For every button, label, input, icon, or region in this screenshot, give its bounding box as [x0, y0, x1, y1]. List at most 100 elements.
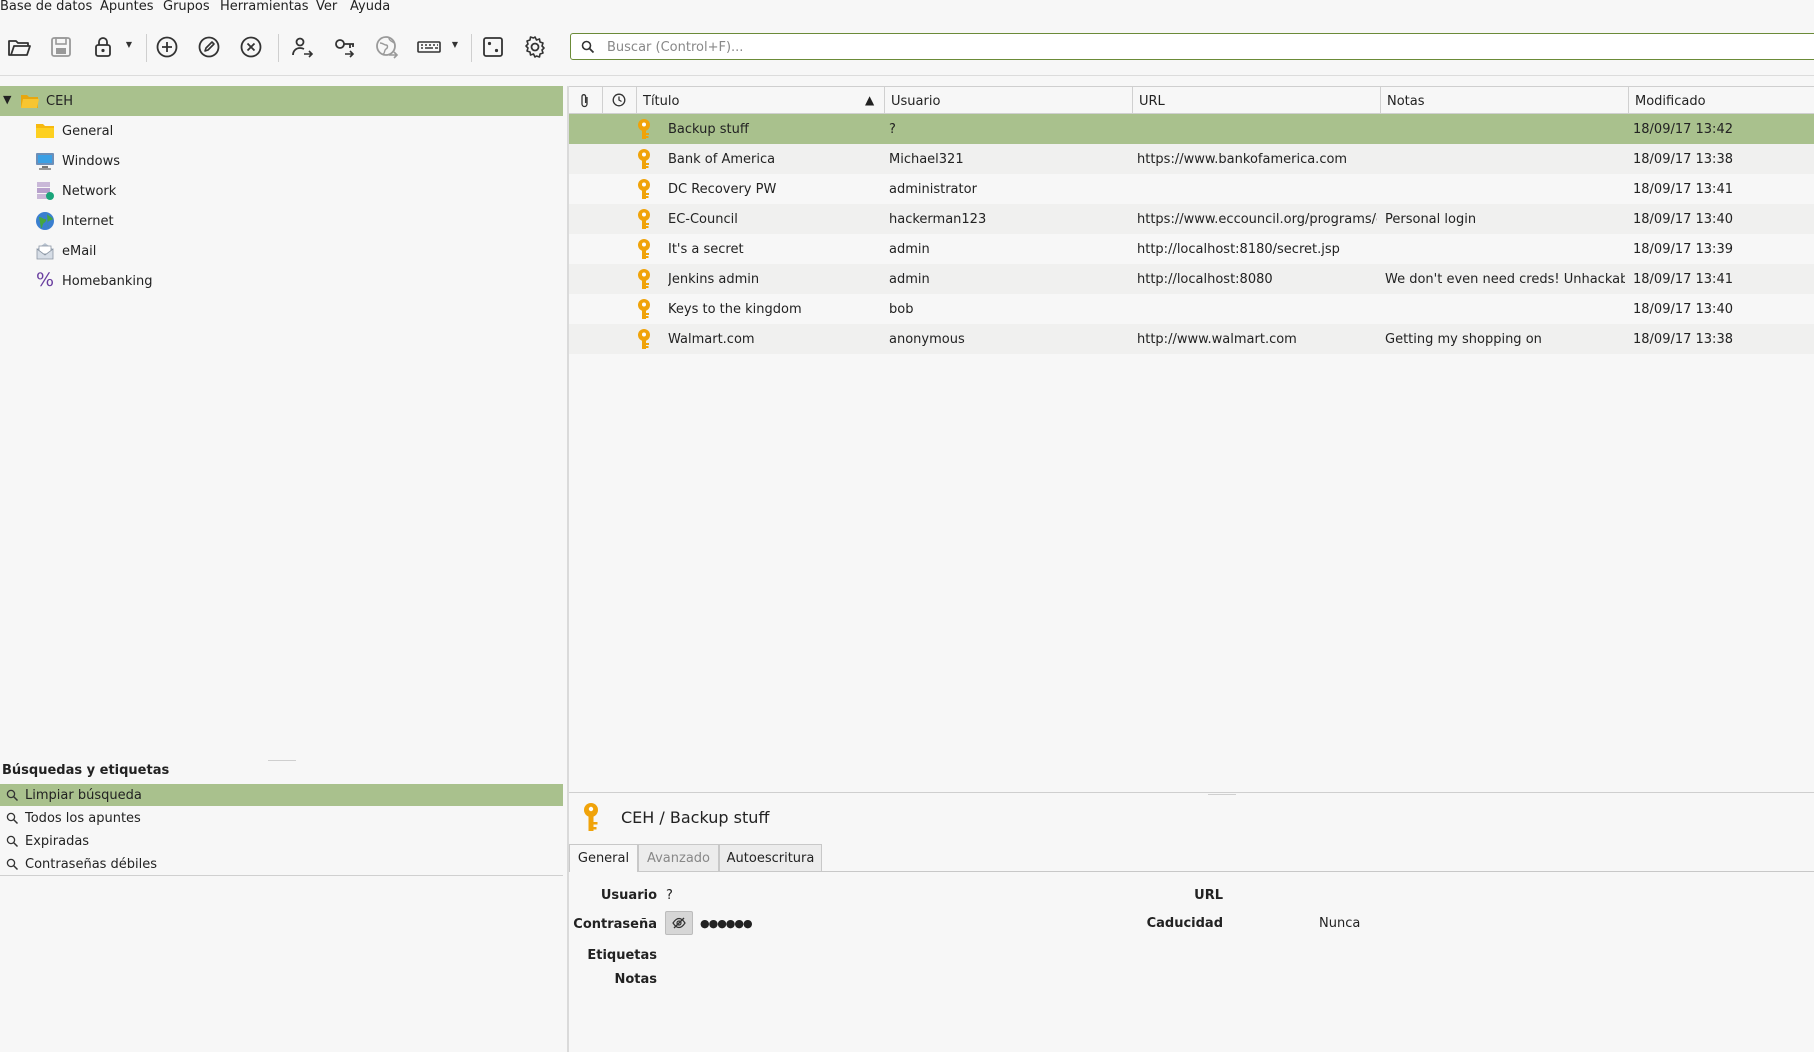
tree-item-network[interactable]: Network: [0, 176, 563, 206]
lock-dropdown-icon[interactable]: ▼: [124, 40, 134, 52]
label-user: Usuario: [600, 888, 657, 903]
search-item-label: Expiradas: [25, 834, 90, 849]
table-row[interactable]: Keys to the kingdom bob 18/09/17 13:40: [569, 294, 1814, 324]
paperclip-icon: [581, 94, 588, 108]
menu-herramientas[interactable]: Herramientas: [220, 0, 309, 13]
search-item-all-entries[interactable]: Todos los apuntes: [0, 807, 563, 829]
cell-title: Backup stuff: [668, 122, 749, 137]
tree-item-internet[interactable]: Internet: [0, 206, 563, 236]
menu-ayuda[interactable]: Ayuda: [350, 0, 390, 13]
panel-resize-handle[interactable]: [268, 760, 296, 761]
tree-item-email[interactable]: eMail: [0, 236, 563, 266]
column-header-modified[interactable]: Modificado: [1629, 87, 1814, 114]
tab-label: Autoescritura: [726, 851, 815, 866]
entry-key-icon: [638, 149, 650, 169]
cell-title: Walmart.com: [668, 332, 755, 347]
group-tree: ▼ CEH General Windows Network Internet e…: [0, 86, 564, 746]
menu-ver[interactable]: Ver: [316, 0, 337, 13]
delete-entry-icon[interactable]: [238, 34, 264, 60]
tab-avanzado[interactable]: Avanzado: [638, 844, 719, 872]
tab-general[interactable]: General: [569, 844, 638, 872]
tree-item-windows[interactable]: Windows: [0, 146, 563, 176]
lock-database-icon[interactable]: [90, 34, 116, 60]
cell-notes: Getting my shopping on: [1385, 332, 1542, 347]
open-url-icon[interactable]: [374, 34, 400, 60]
autotype-icon[interactable]: [416, 34, 442, 60]
entry-key-icon: [638, 209, 650, 229]
search-item-clear[interactable]: Limpiar búsqueda: [0, 784, 563, 806]
cell-user: admin: [889, 242, 930, 257]
table-row[interactable]: Bank of America Michael321 https://www.ban…: [569, 144, 1814, 174]
label-url: URL: [1194, 888, 1223, 903]
label-expiry: Caducidad: [1146, 916, 1223, 931]
table-row[interactable]: DC Recovery PW administrator 18/09/17 13:4…: [569, 174, 1814, 204]
column-header-url[interactable]: URL: [1133, 87, 1381, 114]
eye-hidden-icon: [672, 917, 686, 929]
entry-key-icon: [638, 269, 650, 289]
column-title-label: Título: [643, 94, 680, 109]
search-input[interactable]: [605, 38, 1509, 57]
expand-arrow-icon[interactable]: ▼: [3, 93, 11, 106]
windows-monitor-icon: [36, 153, 54, 170]
table-row[interactable]: Backup stuff? 18/09/17 13:42: [569, 114, 1814, 144]
entry-preview: CEH / Backup stuff General Avanzado Auto…: [569, 794, 1814, 1052]
toolbar-divider: [0, 75, 1814, 76]
sort-ascending-icon: ▲: [865, 93, 875, 107]
cell-title: EC-Council: [668, 212, 738, 227]
save-database-icon[interactable]: [48, 34, 74, 60]
folder-icon: [36, 124, 54, 138]
column-header-title[interactable]: Título ▲: [637, 87, 885, 114]
search-item-expired[interactable]: Expiradas: [0, 830, 563, 852]
add-entry-icon[interactable]: [154, 34, 180, 60]
table-row[interactable]: Jenkins admin admin http://localhost:8080 W…: [569, 264, 1814, 294]
tree-item-general[interactable]: General: [0, 116, 563, 146]
menu-apuntes[interactable]: Apuntes: [100, 0, 154, 13]
search-item-label: Todos los apuntes: [25, 811, 141, 826]
settings-gear-icon[interactable]: [522, 34, 548, 60]
search-tag-icon: [6, 789, 19, 802]
tab-autoescritura[interactable]: Autoescritura: [719, 844, 822, 872]
percent-icon: %: [36, 269, 55, 291]
search-field[interactable]: [570, 33, 1814, 60]
tab-bar-line: [822, 871, 1814, 872]
cell-title: Keys to the kingdom: [668, 302, 802, 317]
cell-modified: 18/09/17 13:40: [1633, 212, 1733, 227]
cell-modified: 18/09/17 13:41: [1633, 272, 1733, 287]
searches-panel-title: Búsquedas y etiquetas: [2, 763, 170, 778]
cell-modified: 18/09/17 13:38: [1633, 332, 1733, 347]
cell-modified: 18/09/17 13:41: [1633, 182, 1733, 197]
password-generator-icon[interactable]: [480, 34, 506, 60]
folder-open-icon: [21, 95, 39, 108]
search-item-weak-passwords[interactable]: Contraseñas débiles: [0, 853, 563, 875]
copy-password-icon[interactable]: [332, 34, 358, 60]
table-row[interactable]: It's a secret admin http://localhost:8180/…: [569, 234, 1814, 264]
cell-user: bob: [889, 302, 914, 317]
menu-grupos[interactable]: Grupos: [163, 0, 210, 13]
cell-notes: We don't even need creds! Unhackable!: [1385, 272, 1625, 287]
open-database-icon[interactable]: [6, 34, 32, 60]
copy-username-icon[interactable]: [289, 34, 315, 60]
table-bottom-border: [569, 792, 1814, 793]
column-header-expiry[interactable]: [603, 87, 637, 114]
toolbar-separator: [471, 34, 472, 62]
tree-item-ceh[interactable]: ▼ CEH: [0, 86, 563, 116]
toolbar-separator: [146, 34, 147, 62]
cell-title: Jenkins admin: [668, 272, 760, 287]
cell-url: http://localhost:8080: [1137, 272, 1273, 287]
cell-url: https://www.eccouncil.org/programs/c...: [1137, 212, 1377, 227]
edit-entry-icon[interactable]: [196, 34, 222, 60]
table-row[interactable]: Walmart.com anonymous http://www.walmart.c…: [569, 324, 1814, 354]
column-header-user[interactable]: Usuario: [885, 87, 1133, 114]
search-item-label: Contraseñas débiles: [25, 857, 158, 872]
tab-label: General: [577, 851, 630, 866]
entry-key-icon: [638, 299, 650, 319]
column-header-notes[interactable]: Notas: [1381, 87, 1629, 114]
toggle-password-visibility-button[interactable]: [665, 911, 693, 935]
autotype-dropdown-icon[interactable]: ▼: [450, 40, 460, 52]
menu-base-de-datos[interactable]: Base de datos: [0, 0, 92, 13]
column-header-attachment[interactable]: [569, 87, 603, 114]
search-icon: [581, 40, 595, 54]
table-row[interactable]: EC-Council hackerman123 https://www.eccoun…: [569, 204, 1814, 234]
tree-item-homebanking[interactable]: % Homebanking: [0, 266, 563, 296]
tree-item-label: Network: [62, 184, 117, 199]
